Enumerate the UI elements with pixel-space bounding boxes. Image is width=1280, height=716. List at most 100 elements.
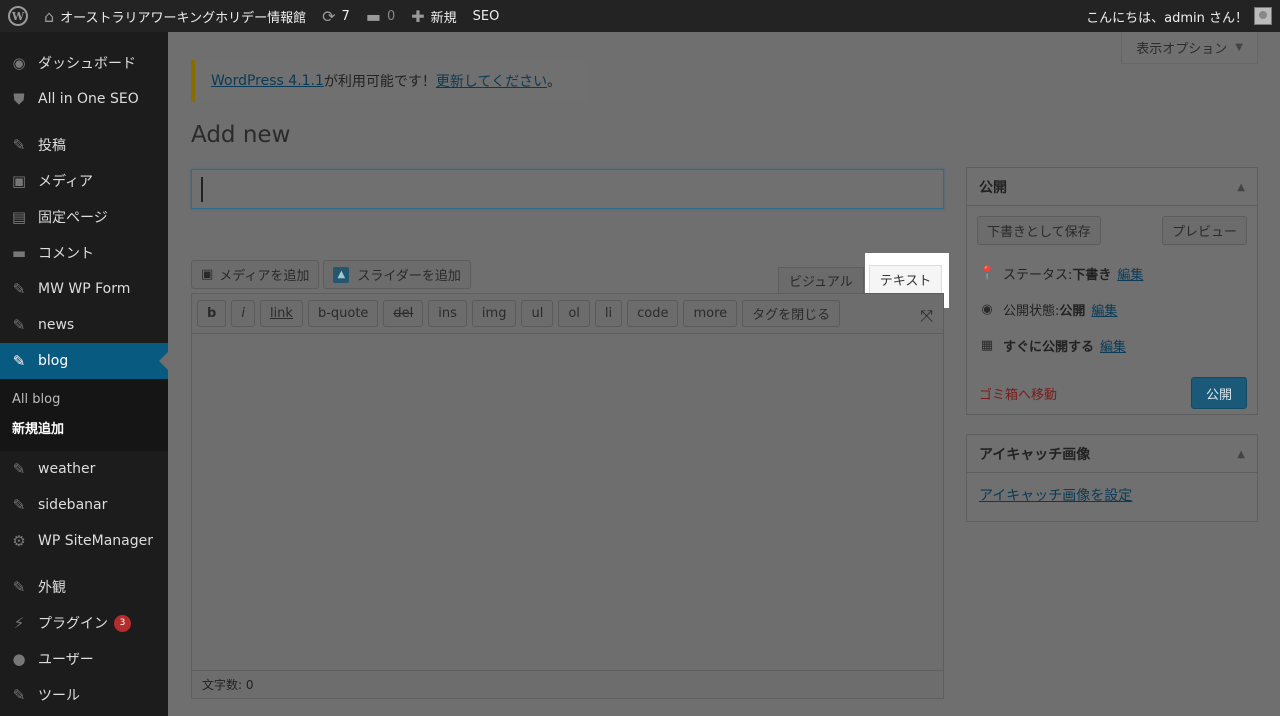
update-now-link[interactable]: 更新してください: [436, 71, 547, 91]
pin-icon: ✎: [12, 496, 26, 514]
sidebar-item-all-in-one-seo[interactable]: ⛊ All in One SEO: [0, 81, 168, 117]
sidebar-item-plugins[interactable]: ⚡ プラグイン 3: [0, 605, 168, 641]
qt-ins-button[interactable]: ins: [428, 300, 467, 327]
media-buttons: ▣ メディアを追加 ▲ スライダーを追加: [191, 260, 471, 289]
sidebar-item-posts[interactable]: ✎ 投稿: [0, 127, 168, 163]
add-slider-button[interactable]: ▲ スライダーを追加: [323, 260, 471, 289]
screen-options-button[interactable]: 表示オプション ▼: [1121, 32, 1258, 64]
pin-icon: ✎: [12, 316, 26, 334]
slider-icon: ▲: [333, 266, 350, 283]
sidebar-item-sidebanar[interactable]: ✎ sidebanar: [0, 487, 168, 523]
fullscreen-icon[interactable]: ⤧: [920, 306, 933, 326]
new-content-link[interactable]: ✚ 新規: [403, 0, 464, 32]
sidebar-item-label: ダッシュボード: [38, 56, 136, 72]
add-media-button[interactable]: ▣ メディアを追加: [191, 260, 320, 289]
notice-text: が利用可能です！: [323, 74, 436, 90]
page-icon: ▤: [11, 208, 27, 226]
qt-close-tags-button[interactable]: タグを閉じる: [742, 300, 841, 327]
featured-image-title: アイキャッチ画像: [979, 446, 1091, 463]
sidebar-item-pages[interactable]: ▤ 固定ページ: [0, 199, 168, 235]
qt-link-button[interactable]: link: [259, 300, 303, 327]
page-title: Add new: [191, 122, 291, 148]
preview-button[interactable]: プレビュー: [1161, 216, 1247, 245]
edit-visibility-link[interactable]: 編集: [1091, 300, 1117, 319]
publish-box: 公開 ▲ 下書きとして保存 プレビュー 📍 ステータス: 下書き 編集 ◉ 公開…: [966, 167, 1258, 415]
edit-status-link[interactable]: 編集: [1117, 264, 1143, 283]
media-icon: ▣: [11, 172, 27, 190]
qt-more-button[interactable]: more: [683, 300, 738, 327]
collapse-arrow-icon[interactable]: ▲: [1237, 182, 1245, 193]
collapse-arrow-icon[interactable]: ▲: [1237, 449, 1245, 460]
pin-icon: ✎: [12, 280, 26, 298]
sidebar-item-dashboard[interactable]: ◉ ダッシュボード: [0, 45, 168, 81]
sidebar-item-blog[interactable]: ✎ blog: [0, 343, 168, 379]
sidebar-item-label: プラグイン: [38, 616, 108, 632]
add-slider-label: スライダーを追加: [357, 269, 461, 284]
eye-icon: ◉: [981, 301, 993, 317]
qt-li-button[interactable]: li: [594, 300, 623, 327]
submenu-add-new[interactable]: 新規追加: [0, 413, 168, 441]
refresh-icon: ⟳: [322, 6, 336, 26]
user-icon: ●: [12, 650, 26, 668]
wordpress-version-link[interactable]: WordPress 4.1.1: [211, 73, 324, 89]
featured-image-box-header[interactable]: アイキャッチ画像 ▲: [967, 435, 1257, 473]
seo-label: SEO: [472, 8, 500, 24]
updates-link[interactable]: ⟳ 7: [314, 0, 358, 32]
qt-ul-button[interactable]: ul: [521, 300, 554, 327]
sidebar-item-appearance[interactable]: ✎ 外観: [0, 569, 168, 605]
set-featured-image-link[interactable]: アイキャッチ画像を設定: [967, 473, 1257, 517]
qt-bold-button[interactable]: b: [197, 300, 227, 327]
sidebar-item-weather[interactable]: ✎ weather: [0, 451, 168, 487]
qt-blockquote-button[interactable]: b-quote: [307, 300, 379, 327]
seo-link[interactable]: SEO: [465, 0, 508, 32]
my-account-link[interactable]: こんにちは、admin さん！: [1078, 0, 1280, 32]
avatar: [1254, 7, 1272, 25]
plugin-icon: ⚡: [13, 614, 25, 632]
visibility-value: 公開: [1059, 303, 1086, 319]
move-to-trash-link[interactable]: ゴミ箱へ移動: [979, 384, 1057, 403]
qt-del-button[interactable]: del: [383, 300, 424, 327]
update-notice: WordPress 4.1.1 が利用可能です！ 更新してください 。: [191, 60, 588, 102]
gear-icon: ⚙: [12, 532, 26, 550]
qt-code-button[interactable]: code: [627, 300, 679, 327]
pin-icon: 📍: [979, 265, 996, 281]
site-name-link[interactable]: ⌂ オーストラリアワーキングホリデー情報館: [36, 0, 314, 32]
sidebar-item-comments[interactable]: ▬ コメント: [0, 235, 168, 271]
qt-img-button[interactable]: img: [471, 300, 517, 327]
sidebar-item-label: blog: [38, 353, 69, 369]
sidebar-item-label: sidebanar: [38, 497, 108, 513]
sidebar-item-mw-wp-form[interactable]: ✎ MW WP Form: [0, 271, 168, 307]
post-title-input[interactable]: [191, 169, 944, 209]
edit-schedule-link[interactable]: 編集: [1100, 336, 1126, 355]
qt-italic-button[interactable]: i: [231, 300, 255, 327]
greeting-text: こんにちは、admin さん！: [1086, 10, 1248, 26]
editor-tabs: ビジュアル テキスト: [778, 265, 947, 293]
sidebar-item-wp-sitemanager[interactable]: ⚙ WP SiteManager: [0, 523, 168, 559]
sidebar-item-label: All in One SEO: [38, 91, 139, 107]
sidebar-item-tools[interactable]: ✎ ツール: [0, 677, 168, 713]
chevron-down-icon: ▼: [1235, 42, 1243, 53]
new-label: 新規: [430, 10, 457, 26]
submenu-all-blog[interactable]: All blog: [0, 385, 168, 413]
visibility-row: ◉ 公開状態: 公開 編集: [967, 291, 1257, 327]
sidebar-item-media[interactable]: ▣ メディア: [0, 163, 168, 199]
wp-logo-menu[interactable]: W: [0, 0, 36, 32]
sidebar-item-label: WP SiteManager: [38, 533, 153, 549]
sidebar-item-label: コメント: [38, 246, 94, 262]
main-content: 表示オプション ▼ WordPress 4.1.1 が利用可能です！ 更新してく…: [168, 32, 1280, 716]
visibility-label: 公開状態:: [1003, 303, 1060, 319]
publish-button[interactable]: 公開: [1190, 377, 1247, 409]
content-textarea[interactable]: [192, 334, 943, 670]
publish-box-header[interactable]: 公開 ▲: [967, 168, 1257, 206]
quicktags-toolbar: b i link b-quote del ins img ul ol li co…: [192, 294, 943, 334]
comments-link[interactable]: ▬ 0: [358, 0, 403, 32]
tab-text[interactable]: テキスト: [868, 265, 943, 293]
status-value: 下書き: [1072, 267, 1112, 283]
sidebar-item-news[interactable]: ✎ news: [0, 307, 168, 343]
sidebar-item-users[interactable]: ● ユーザー: [0, 641, 168, 677]
tab-visual[interactable]: ビジュアル: [778, 267, 864, 293]
publish-minor-actions: 下書きとして保存 プレビュー: [967, 206, 1257, 255]
wrench-icon: ✎: [12, 686, 26, 704]
save-draft-button[interactable]: 下書きとして保存: [977, 216, 1101, 245]
qt-ol-button[interactable]: ol: [558, 300, 590, 327]
